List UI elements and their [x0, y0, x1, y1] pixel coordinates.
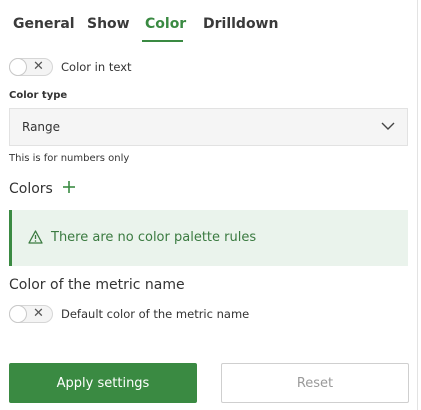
color-in-text-toggle[interactable]: ✕ — [9, 58, 53, 76]
x-icon: ✕ — [33, 306, 44, 321]
warning-icon — [28, 230, 43, 244]
x-icon: ✕ — [33, 59, 44, 74]
color-type-value: Range — [22, 120, 61, 134]
tab-general[interactable]: General — [13, 16, 75, 32]
plus-icon[interactable] — [62, 180, 76, 194]
default-metric-color-toggle[interactable]: ✕ — [9, 305, 53, 323]
no-rules-alert: There are no color palette rules — [9, 210, 408, 266]
apply-settings-button[interactable]: Apply settings — [9, 363, 197, 403]
alert-accent-bar — [9, 210, 12, 266]
toggle-knob — [9, 305, 27, 323]
tab-drilldown[interactable]: Drilldown — [203, 16, 278, 32]
color-type-label: Color type — [9, 90, 68, 101]
tab-bar: General Show Color Drilldown — [0, 0, 418, 42]
reset-button[interactable]: Reset — [221, 363, 409, 403]
colors-title: Colors — [9, 181, 53, 197]
chevron-down-icon — [381, 122, 395, 130]
active-tab-indicator — [142, 40, 183, 42]
settings-panel: General Show Color Drilldown ✕ Color in … — [0, 0, 418, 410]
no-rules-message: There are no color palette rules — [51, 230, 257, 245]
color-type-hint: This is for numbers only — [9, 153, 130, 164]
tab-color[interactable]: Color — [145, 16, 186, 32]
color-in-text-label: Color in text — [61, 60, 132, 74]
color-type-select[interactable]: Range — [9, 108, 408, 146]
default-metric-color-label: Default color of the metric name — [61, 307, 250, 321]
tab-show[interactable]: Show — [87, 16, 130, 32]
toggle-knob — [9, 58, 27, 76]
metric-name-color-title: Color of the metric name — [9, 277, 185, 293]
